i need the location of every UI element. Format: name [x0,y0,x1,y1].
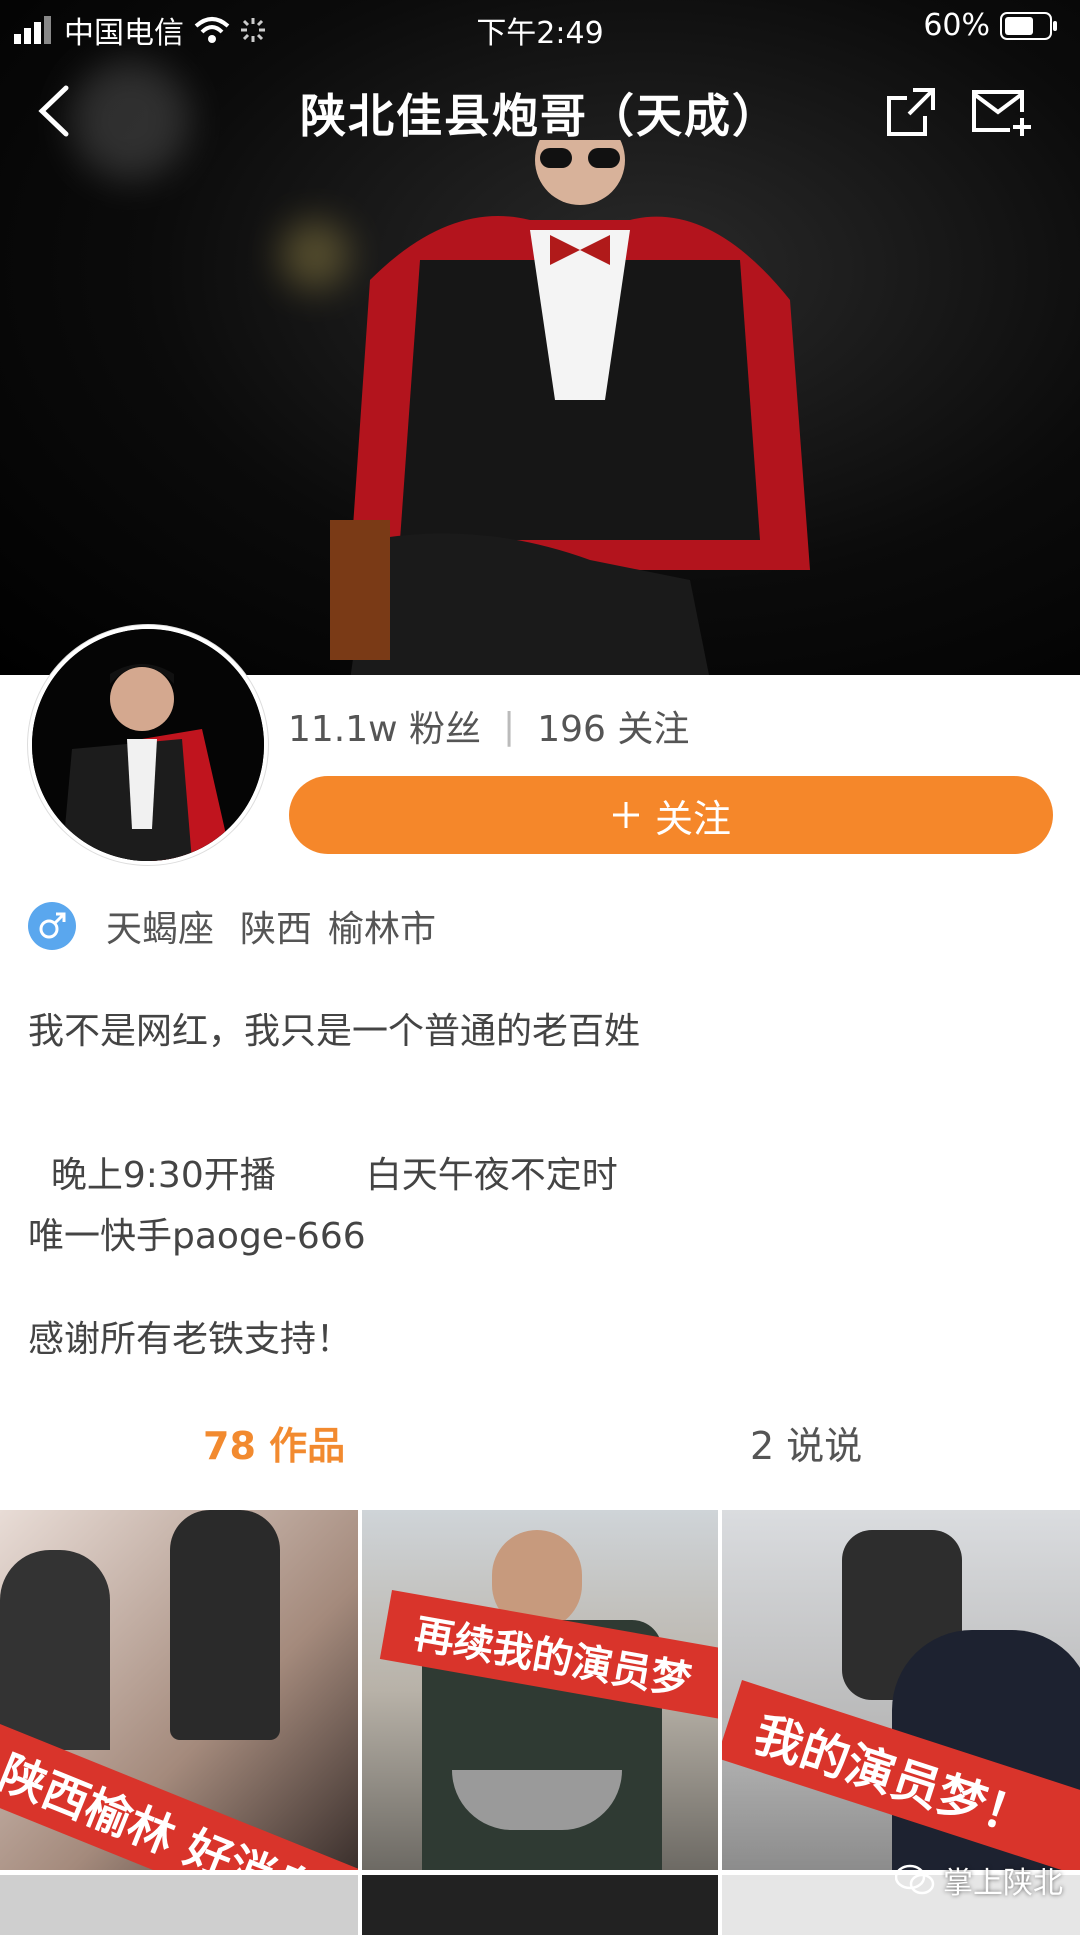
share-icon[interactable] [885,86,937,138]
avatar-image [32,629,264,861]
following-count[interactable]: 196 关注 [537,700,689,752]
status-bar: 中国电信 下午2:49 60% [0,0,1080,56]
battery-icon [1000,11,1057,40]
tab-posts[interactable]: 2 说说 [750,1415,862,1470]
work-thumbnail[interactable]: 我的演员梦！ [722,1510,1080,1870]
bio-line: 我不是网红，我只是一个普通的老百姓 [28,1011,641,1052]
cover-figure [330,140,810,675]
watermark: 掌上陕北 [895,1858,1063,1902]
bio-line-part: 晚上9:30开播 [50,1155,276,1196]
battery-percent: 60% [923,8,990,43]
follow-button[interactable]: 关注 [289,776,1053,854]
profile-stats: 11.1w 粉丝 | 196 关注 [288,700,689,752]
work-thumbnail[interactable] [362,1875,718,1935]
work-thumbnail[interactable]: 再续我的演员梦 [362,1510,718,1870]
work-thumbnail[interactable]: 陕西榆林 好消息 [0,1510,358,1870]
profile-tabs: 78 作品 2 说说 [0,1415,1080,1485]
city: 榆林市 [328,909,437,950]
bio-line-part: 白天午夜不定时 [365,1155,618,1196]
province: 陕西 [240,909,313,950]
avatar[interactable] [28,625,268,865]
mail-add-icon[interactable] [970,86,1032,138]
stats-divider: | [503,705,516,747]
bio-line: 晚上9:30开播 白天午夜不定时 [28,1105,618,1198]
male-icon [28,902,76,950]
plus-icon [612,802,639,828]
bio-line: 唯一快手paoge-666 [28,1216,366,1257]
constellation: 天蝎座 [106,909,215,950]
watermark-text: 掌上陕北 [943,1866,1063,1901]
profile-meta: 天蝎座 陕西 榆林市 [28,900,436,952]
tab-works[interactable]: 78 作品 [203,1415,345,1470]
follow-button-label: 关注 [654,798,731,841]
work-thumbnail[interactable] [0,1875,358,1935]
clock: 下午2:49 [476,16,604,51]
followers-count[interactable]: 11.1w 粉丝 [288,700,481,752]
nav-bar: 陕北佳县炮哥（天成） [0,70,1080,150]
wechat-icon [895,1864,935,1895]
bio-line: 感谢所有老铁支持！ [28,1319,353,1360]
